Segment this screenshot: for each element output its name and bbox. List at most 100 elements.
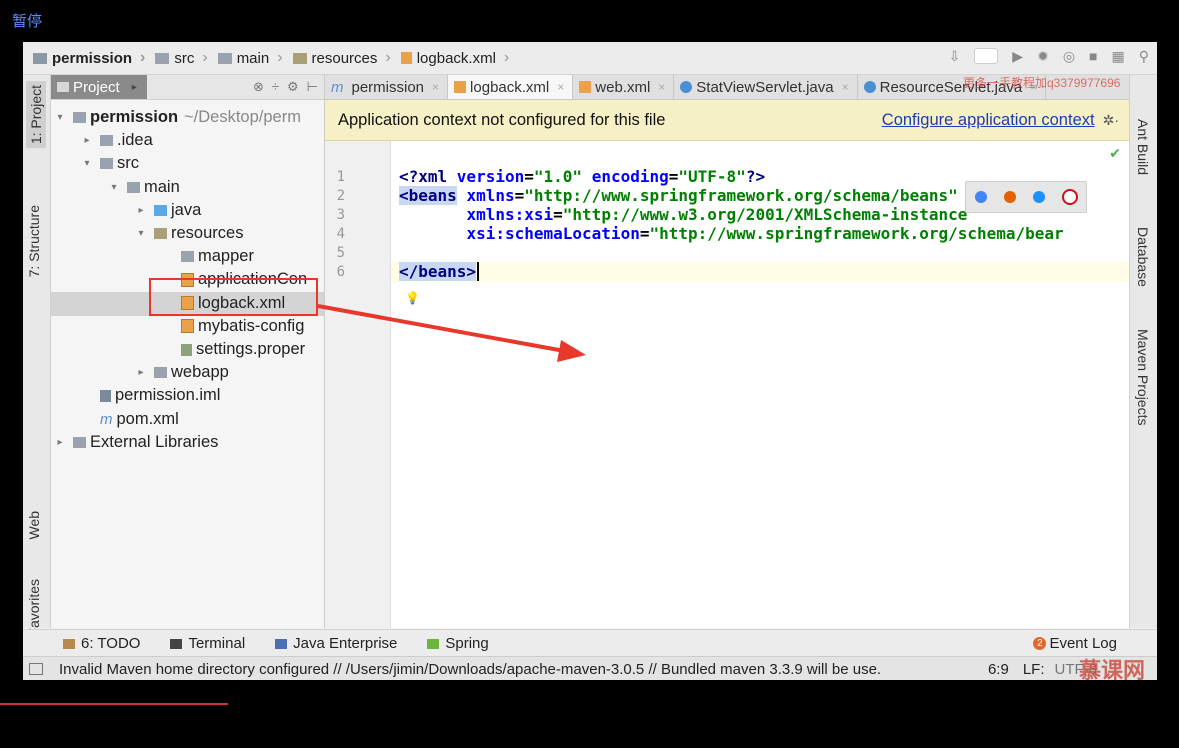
source-folder-icon (154, 204, 167, 216)
coverage-icon[interactable]: ◎ (1063, 48, 1075, 65)
tree-item[interactable]: ▾ main (107, 176, 180, 199)
breadcrumb-item-logback[interactable]: logback.xml › (400, 49, 510, 67)
project-panel: Project ▸ ⊗ ÷ ⚙ ⊢ ▾ permission ~/Desktop/p… (51, 75, 325, 628)
safari-icon[interactable] (1032, 191, 1045, 203)
run-icon[interactable]: ▶ (1012, 48, 1023, 65)
tree-item[interactable]: permission.iml (80, 384, 220, 407)
run-config-dropdown[interactable] (974, 48, 999, 64)
tool-tab-favorites[interactable]: Favorites (26, 579, 42, 637)
chevron-right-icon: › (503, 49, 510, 66)
editor-tab-label: StatViewServlet.java (696, 78, 834, 96)
tool-tab-structure[interactable]: 7: Structure (26, 205, 42, 277)
editor-tab[interactable]: logback.xml × (448, 75, 574, 99)
firefox-icon[interactable] (1003, 191, 1016, 203)
collapse-icon[interactable]: ÷ (272, 79, 279, 95)
chevron-down-icon: ▸ (131, 81, 137, 93)
chevron-right-icon[interactable]: ▸ (80, 129, 94, 152)
chevron-down-icon[interactable]: ▾ (53, 106, 67, 129)
caret-position[interactable]: 6:9 (988, 661, 1009, 678)
breadcrumb-item-resources[interactable]: resources › (292, 49, 391, 67)
project-structure-icon[interactable]: ▦ (1112, 48, 1125, 65)
chevron-right-icon[interactable]: ▸ (134, 199, 148, 222)
editor-tab-label: logback.xml (470, 78, 550, 96)
tree-item[interactable]: settings.proper (161, 338, 305, 361)
sync-icon[interactable]: ⊗ (253, 79, 264, 95)
tree-item[interactable]: ▾ permission ~/Desktop/perm (53, 106, 300, 129)
tool-tab-project[interactable]: 1: Project (26, 81, 46, 149)
video-progress-bar[interactable] (0, 703, 228, 705)
tree-item-label: permission.iml (115, 386, 221, 405)
close-icon[interactable]: × (432, 80, 439, 94)
breadcrumb-item-main[interactable]: main › (217, 49, 283, 67)
gear-icon[interactable]: ✲· (1103, 112, 1119, 129)
terminal-icon (170, 638, 183, 649)
status-message[interactable]: Invalid Maven home directory configured … (59, 661, 881, 678)
tree-item-label: mapper (198, 247, 254, 266)
breadcrumb-item-permission[interactable]: permission › (33, 49, 145, 67)
tool-tab-web[interactable]: Web (26, 511, 42, 540)
search-icon[interactable]: ⚲ (1139, 48, 1149, 65)
breadcrumb-item-src[interactable]: src › (155, 49, 208, 67)
close-icon[interactable]: × (842, 80, 849, 94)
pause-label[interactable]: 暂停 (12, 10, 42, 31)
editor-tab[interactable]: web.xml × (573, 75, 675, 99)
chevron-down-icon[interactable]: ▾ (80, 152, 94, 175)
chrome-icon[interactable] (974, 191, 987, 203)
bottom-tool-button[interactable]: 6: TODO (63, 635, 140, 652)
browser-popup (965, 181, 1087, 213)
tool-tab-maven[interactable]: Maven Projects (1135, 329, 1151, 425)
line-separator[interactable]: LF: (1023, 661, 1045, 678)
folder-icon (155, 52, 170, 64)
intention-bulb-icon[interactable]: 💡 (405, 291, 420, 305)
gear-icon[interactable]: ⚙ (287, 79, 299, 95)
close-icon[interactable]: × (658, 80, 665, 94)
tree-item[interactable]: ▸ java (134, 199, 201, 222)
project-panel-tools: ⊗ ÷ ⚙ ⊢ (253, 79, 318, 95)
code-line-2: <beans xmlns="http://www.springframework… (399, 186, 958, 205)
bottom-tool-bar: 6: TODO Terminal Java Enterprise Spring 2 E… (23, 629, 1157, 657)
bottom-tool-button[interactable]: Terminal (170, 635, 245, 652)
tool-window-toggle-icon[interactable] (29, 663, 43, 675)
project-view-selector[interactable]: Project ▸ (51, 75, 147, 99)
status-bar: Invalid Maven home directory configured … (23, 656, 1157, 680)
debug-icon[interactable]: ✹ (1037, 48, 1049, 65)
code-editor[interactable]: 1 2 3 4 5 6 <?xml version="1.0" encoding… (325, 141, 1129, 628)
configure-context-link[interactable]: Configure application context (882, 111, 1095, 130)
chevron-down-icon[interactable]: ▾ (107, 176, 121, 199)
code-line-6: </beans> (399, 262, 480, 281)
line-number: 4 (336, 226, 345, 242)
opera-icon[interactable] (1061, 189, 1078, 205)
module-icon (33, 52, 47, 64)
event-count-badge: 2 (1033, 637, 1047, 650)
tree-item-label: resources (171, 224, 244, 242)
chevron-down-icon[interactable]: ▾ (134, 222, 148, 245)
inspection-ok-icon[interactable]: ✔ (1109, 145, 1121, 162)
main-toolbar: ⇩ ▶ ✹ ◎ ■ ▦ ⚲ (949, 48, 1149, 65)
tree-item[interactable]: ▸ webapp (134, 361, 228, 384)
event-log-button[interactable]: 2 Event Log (1033, 635, 1117, 652)
line-number: 2 (336, 188, 345, 204)
tool-tab-database[interactable]: Database (1135, 227, 1151, 287)
editor-tab[interactable]: m permission × (325, 75, 449, 99)
tree-item[interactable]: mapper (161, 245, 254, 268)
chevron-right-icon[interactable]: ▸ (53, 431, 67, 454)
chevron-right-icon[interactable]: ▸ (134, 361, 148, 384)
editor-tab-label: permission (351, 78, 425, 96)
editor-tab[interactable]: StatViewServlet.java × (674, 75, 858, 99)
tree-item[interactable]: ▸ .idea (80, 129, 152, 152)
tool-tab-ant-build[interactable]: Ant Build (1135, 119, 1151, 175)
stop-icon[interactable]: ■ (1089, 48, 1097, 65)
line-number: 1 (336, 169, 345, 185)
bottom-tool-button[interactable]: Java Enterprise (275, 635, 397, 652)
tree-item[interactable]: ▾ resources (134, 222, 243, 245)
hide-icon[interactable]: ⊢ (307, 79, 318, 95)
tree-item[interactable]: ▸ External Libraries (53, 431, 218, 454)
breadcrumb-label: logback.xml (416, 49, 496, 67)
build-icon[interactable]: ⇩ (949, 48, 961, 65)
tree-item[interactable]: mybatis-config (161, 315, 304, 338)
bottom-tool-button[interactable]: Spring (427, 635, 489, 652)
close-icon[interactable]: × (557, 80, 564, 94)
tree-item-label: main (144, 177, 180, 196)
tree-item[interactable]: ▾ src (80, 152, 139, 175)
tree-item[interactable]: m pom.xml (80, 408, 179, 431)
